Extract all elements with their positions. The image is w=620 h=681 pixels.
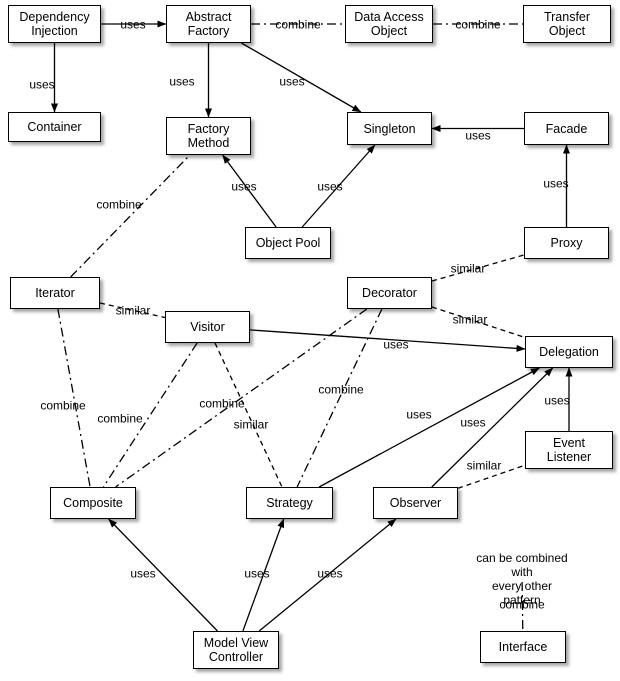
node-data-access-object[interactable]: Data Access Object — [345, 5, 433, 43]
node-strategy[interactable]: Strategy — [246, 487, 333, 519]
edge-visitor-composite — [102, 342, 198, 488]
edge-op-singleton — [301, 144, 376, 228]
node-event-listener[interactable]: Event Listener — [525, 431, 613, 469]
node-model-view-controller[interactable]: Model View Controller — [193, 631, 279, 669]
node-dependency-injection[interactable]: Dependency Injection — [8, 5, 101, 43]
node-delegation[interactable]: Delegation — [525, 336, 613, 368]
edge-mvc-composite — [108, 518, 218, 632]
edge-af-singleton — [241, 42, 362, 113]
edge-iterator-visitor — [99, 302, 166, 319]
node-facade[interactable]: Facade — [524, 112, 609, 145]
edge-decorator-delegation — [431, 306, 526, 339]
node-factory-method[interactable]: Factory Method — [166, 117, 251, 155]
edge-mvc-observer — [258, 518, 397, 632]
node-visitor[interactable]: Visitor — [165, 311, 250, 343]
edge-iterator-composite — [57, 308, 91, 488]
edge-mvc-strategy — [242, 518, 285, 632]
edge-strategy-delegation — [318, 367, 540, 488]
node-proxy[interactable]: Proxy — [524, 227, 609, 259]
edge-observer-delegation — [431, 367, 554, 488]
edge-decorator-proxy — [431, 254, 525, 282]
node-observer[interactable]: Observer — [373, 487, 458, 519]
node-decorator[interactable]: Decorator — [347, 277, 432, 309]
design-patterns-diagram: Dependency Injection Abstract Factory Data… — [0, 0, 620, 681]
node-iterator[interactable]: Iterator — [10, 277, 100, 309]
edge-op-fm — [222, 154, 277, 228]
note-interface-note: can be combined with every other pattern — [476, 551, 568, 607]
node-container[interactable]: Container — [8, 112, 101, 142]
edge-iterator-fm — [70, 154, 191, 278]
node-singleton[interactable]: Singleton — [347, 112, 432, 145]
node-transfer-object[interactable]: Transfer Object — [523, 5, 611, 43]
node-composite[interactable]: Composite — [50, 487, 136, 519]
node-object-pool[interactable]: Object Pool — [245, 227, 331, 259]
edge-visitor-strategy — [214, 342, 283, 488]
node-interface[interactable]: Interface — [480, 631, 566, 663]
edge-visitor-delegation — [249, 329, 526, 352]
node-abstract-factory[interactable]: Abstract Factory — [166, 5, 251, 43]
edge-observer-el — [457, 464, 526, 489]
